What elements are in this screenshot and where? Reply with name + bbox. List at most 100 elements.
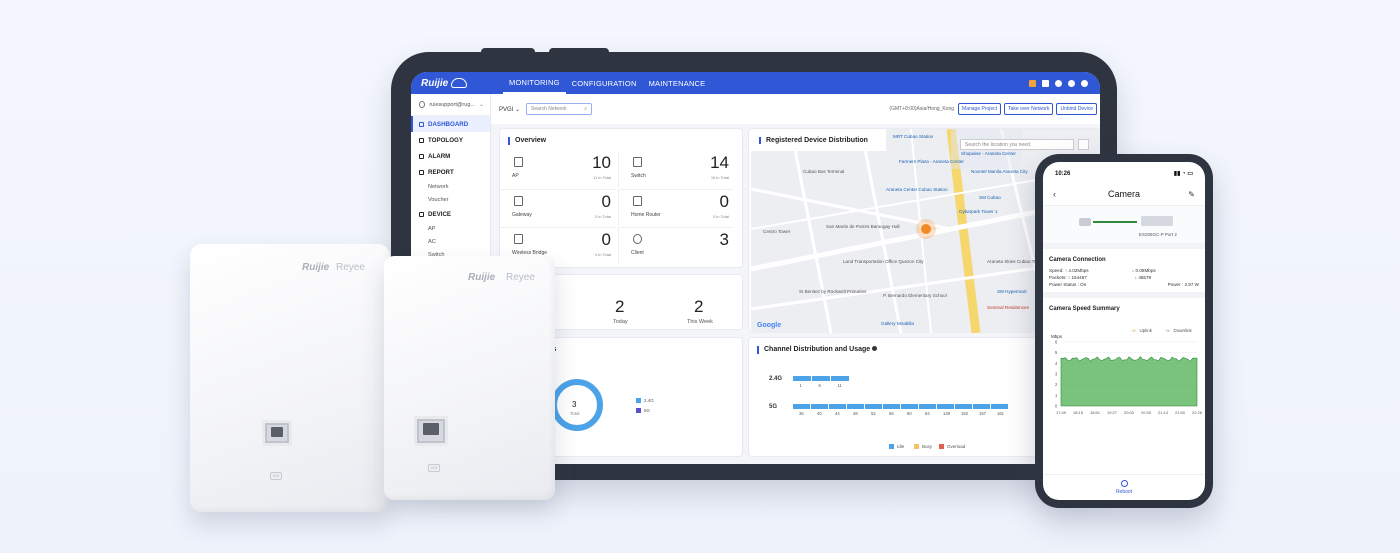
channel-bar[interactable]: [793, 404, 810, 409]
ap-brand-reyee: Reyee: [336, 262, 365, 273]
back-icon[interactable]: ‹: [1053, 189, 1056, 199]
reboot-button[interactable]: Reboot: [1043, 474, 1205, 500]
sidebar-item-ac[interactable]: AC: [411, 235, 490, 248]
channel-bar[interactable]: [847, 404, 864, 409]
y-tick-label: 3: [1055, 372, 1058, 377]
tab-configuration[interactable]: CONFIGURATION: [566, 72, 643, 94]
cell-sub: 11 in Total: [593, 175, 611, 180]
channel-number: 64: [925, 411, 930, 416]
camera-icon: [1079, 218, 1091, 226]
sidebar-item-alarm[interactable]: ALARM: [411, 148, 490, 164]
manage-project-button[interactable]: Manage Project: [958, 103, 1002, 115]
channel-bar[interactable]: [793, 376, 811, 381]
message-icon[interactable]: [1042, 79, 1049, 87]
channel-bar[interactable]: [811, 404, 828, 409]
sidebar-item-dashboard[interactable]: DASHBOARD: [411, 116, 490, 132]
info-icon[interactable]: [872, 346, 878, 351]
map-search-input[interactable]: Search the location you need.: [960, 139, 1074, 150]
legend-downlink: -o- Downlink: [1165, 328, 1192, 333]
search-icon: ⌕: [584, 106, 588, 112]
channel-bar[interactable]: [937, 404, 954, 409]
overview-cell-client[interactable]: Client 3: [618, 227, 733, 263]
channel-title: Channel Distribution and Usage: [757, 346, 885, 354]
cell-label: AP: [512, 173, 519, 179]
cell-sub: 0 in Total: [595, 214, 611, 219]
globe-icon[interactable]: [1068, 79, 1075, 87]
overview-cell-ap[interactable]: AP 10 11 in Total: [500, 151, 615, 187]
sidebar-item-label: TOPOLOGY: [428, 136, 463, 144]
sidebar-item-device[interactable]: DEVICE: [411, 206, 490, 222]
tab-monitoring[interactable]: MONITORING: [503, 72, 566, 94]
legend-busy: Busy: [914, 444, 932, 449]
led-indicator: LED: [270, 472, 282, 480]
channel-bar[interactable]: [831, 376, 849, 381]
channel-bar[interactable]: [991, 404, 1008, 409]
overview-cell-home-router[interactable]: Home Router 0 0 in Total: [618, 189, 733, 225]
port-jack: [271, 427, 283, 437]
chevron-down-icon: ⌄: [515, 106, 521, 113]
channel-number: 161: [997, 411, 1004, 416]
map-label: Novotel Manila Araneta City: [971, 169, 1028, 174]
map-label: Araneta Center Cubao Station: [886, 187, 948, 192]
switch-icon: [1141, 216, 1173, 226]
legend-label: Downlink: [1173, 328, 1192, 333]
legend-uplink: -o- Uplink: [1131, 328, 1152, 333]
chevron-down-icon: ⌄: [478, 102, 484, 108]
report-icon: [419, 169, 424, 175]
map-label: St Benitez by Rockwell Primaries: [799, 289, 867, 294]
channel-number: 56: [889, 411, 894, 416]
status-icons: ▮▮ ◔ ▭: [1173, 171, 1193, 177]
map-label: Farmers Plaza - Araneta Center: [899, 159, 964, 164]
sidebar-item-ap[interactable]: AP: [411, 222, 490, 235]
router-icon: [633, 196, 642, 206]
channel-bar[interactable]: [919, 404, 936, 409]
channel-bar[interactable]: [812, 376, 830, 381]
cloud-icon: [451, 78, 468, 88]
channel-bar[interactable]: [973, 404, 990, 409]
timezone-label: (GMT+8:00)Asia/Hong_Kong: [889, 106, 955, 112]
notification-icon[interactable]: [1029, 79, 1036, 87]
search-network-input[interactable]: Search Network ⌕: [526, 103, 593, 115]
sidebar-item-topology[interactable]: TOPOLOGY: [411, 132, 490, 148]
account-icon[interactable]: [1081, 79, 1088, 87]
channel-row-label: 5G: [769, 404, 778, 410]
help-icon[interactable]: [1055, 79, 1062, 87]
sidebar-item-voucher[interactable]: Voucher: [411, 193, 490, 206]
channel-number: 44: [835, 411, 840, 416]
channel-number: 149: [943, 411, 950, 416]
cell-sub: 0 in Total: [713, 214, 729, 219]
user-selector[interactable]: ruiesupport@rug... ⌄: [411, 94, 490, 116]
sidebar-item-label: DEVICE: [428, 210, 452, 218]
sidebar-item-network[interactable]: Network: [411, 180, 490, 193]
client-icon: [633, 234, 642, 244]
project-selector[interactable]: PVGI ⌄: [499, 106, 520, 113]
top-nav-bar: Ruijie MONITORING CONFIGURATION MAINTENA…: [411, 72, 1100, 94]
sidebar-item-label: REPORT: [428, 168, 454, 176]
channel-bar[interactable]: [955, 404, 972, 409]
channel-bar[interactable]: [901, 404, 918, 409]
channel-number: 60: [907, 411, 912, 416]
packets-row: Packets: ↑ 154467 ↓ 45579: [1049, 275, 1152, 280]
edit-icon[interactable]: ✎: [1188, 190, 1195, 199]
channel-bar[interactable]: [883, 404, 900, 409]
channel-bar[interactable]: [865, 404, 882, 409]
channel-bar[interactable]: [829, 404, 846, 409]
alarm-icon: [419, 153, 424, 159]
overview-cell-gateway[interactable]: Gateway 0 0 in Total: [500, 189, 615, 225]
unbind-device-button[interactable]: Unbind Device: [1056, 103, 1097, 115]
qr-icon[interactable]: [1078, 139, 1089, 150]
take-over-network-button[interactable]: Take over Network: [1004, 103, 1054, 115]
power-value: Power : 2.97 W: [1167, 282, 1199, 287]
x-tick-label: 22:26: [1192, 410, 1203, 415]
week-value: 2: [694, 297, 704, 316]
map-label: Land Transportation Office Quezon City: [843, 259, 924, 264]
sidebar-item-report[interactable]: REPORT: [411, 164, 490, 180]
cell-value: 10: [592, 153, 611, 172]
map-label: Shopwise - Araneta Center: [961, 151, 1016, 156]
device-location-marker[interactable]: [921, 224, 931, 234]
overview-cell-switch[interactable]: Switch 14 16 in Total: [618, 151, 733, 187]
user-name: ruiesupport@rug...: [429, 101, 475, 108]
legend-label: 5G: [644, 408, 651, 413]
channel-number: 11: [837, 383, 842, 388]
tab-maintenance[interactable]: MAINTENANCE: [643, 72, 712, 94]
